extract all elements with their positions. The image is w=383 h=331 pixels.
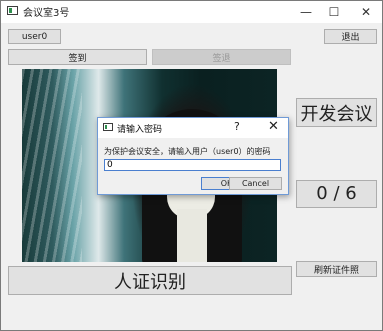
dialog-title: 请输入密码 [117, 125, 163, 135]
title-bar: 会议室3号 — ☐ ✕ [1, 1, 382, 23]
checkin-button[interactable]: 签到 [8, 49, 147, 65]
dialog-title-bar: 请输入密码 ? ✕ [98, 118, 288, 138]
refresh-id-photo-button[interactable]: 刷新证件照 [296, 261, 377, 277]
app-icon [7, 6, 18, 15]
password-dialog: 请输入密码 ? ✕ 为保护会议安全，请输入用户（user0）的密码 OK Can… [97, 117, 289, 195]
password-input[interactable] [104, 159, 281, 171]
dialog-icon [103, 123, 113, 131]
start-meeting-button[interactable]: 开发会议 [296, 98, 377, 127]
window-title: 会议室3号 [23, 8, 70, 19]
dialog-prompt: 为保护会议安全，请输入用户（user0）的密码 [104, 147, 271, 156]
attendance-count: 0 / 6 [296, 180, 377, 208]
cancel-button[interactable]: Cancel [229, 177, 282, 190]
person-neck [177, 209, 207, 262]
face-id-verify-button[interactable]: 人证识别 [8, 266, 292, 295]
dialog-close-icon[interactable]: ✕ [268, 119, 279, 134]
user-button[interactable]: user0 [8, 29, 61, 44]
logout-button[interactable]: 退出 [324, 29, 377, 44]
maximize-button[interactable]: ☐ [319, 1, 349, 23]
main-window: 会议室3号 — ☐ ✕ user0 退出 签到 签退 开发会议 0 / 6 刷新… [0, 0, 383, 331]
checkout-button: 签退 [152, 49, 291, 65]
help-icon[interactable]: ? [234, 120, 240, 133]
minimize-button[interactable]: — [291, 1, 321, 23]
background-curtain [22, 69, 82, 262]
close-button[interactable]: ✕ [351, 1, 381, 23]
